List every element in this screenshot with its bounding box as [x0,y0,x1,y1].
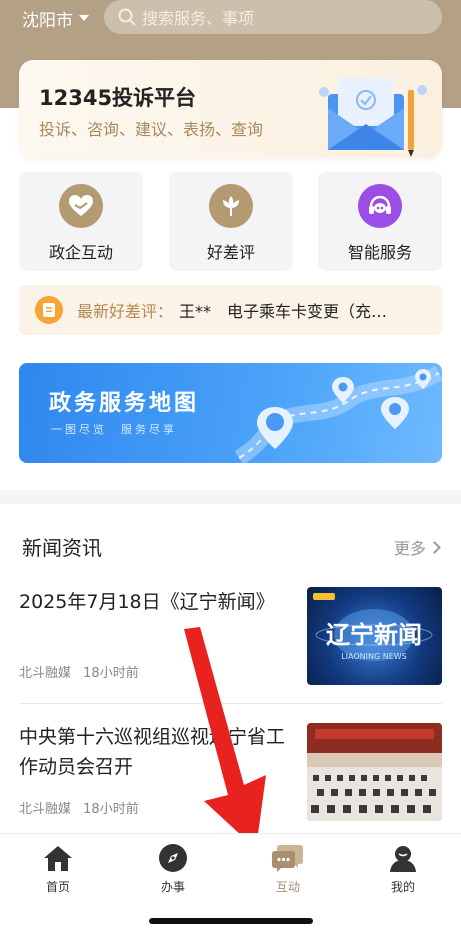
tile-label: 智能服务 [347,243,412,262]
envelope-icon [319,78,427,157]
svg-text:LIAONING NEWS: LIAONING NEWS [341,652,407,661]
news-title: 2025年7月18日《辽宁新闻》 [19,591,275,613]
news-meta: 北斗融媒 18小时前 [19,662,139,681]
news-section-title: 新闻资讯 [22,536,102,560]
caret-down-icon [79,15,89,21]
meeting-hall-image [307,723,442,821]
map-banner-title: 政务服务地图 [49,391,200,416]
flower-icon [209,184,253,228]
nav-label: 办事 [160,880,185,894]
review-text: 王** 电子乘车卡变更（充… [179,302,388,321]
news-meta: 北斗融媒 18小时前 [19,798,139,817]
gov-service-map-banner[interactable]: 政务服务地图 一图尽览 服务尽享 [19,363,442,463]
user-icon [387,842,419,874]
nav-label: 我的 [390,880,415,894]
news-more-label: 更多 [393,539,426,558]
complaint-platform-card[interactable]: 12345投诉平台 投诉、咨询、建议、表扬、查询 [19,60,442,158]
news-time: 18小时前 [83,666,139,681]
nav-label: 首页 [45,880,70,894]
tile-label: 政企互动 [48,243,113,262]
news-thumbnail [307,723,442,821]
liaoning-news-logo-image: 辽宁新闻 LIAONING NEWS [313,593,433,661]
complaint-platform-title: 12345投诉平台 [39,86,197,110]
home-indicator[interactable] [149,918,313,924]
news-source: 北斗融媒 [19,666,72,681]
chevron-right-icon [428,540,441,554]
section-divider [0,490,461,504]
tile-label: 好差评 [206,243,255,262]
map-road-illustration [234,365,442,463]
nav-item-interaction[interactable]: 互动 [248,842,328,895]
nav-item-services[interactable]: 办事 [133,842,213,895]
city-selector[interactable]: 沈阳市 [22,7,89,31]
review-note-icon [35,296,63,324]
nav-item-profile[interactable]: 我的 [363,842,443,895]
search-placeholder: 搜索服务、事项 [142,9,255,28]
chat-bubbles-icon [272,842,304,874]
news-thumbnail: 辽宁新闻 LIAONING NEWS [307,587,442,685]
tile-gov-enterprise[interactable]: 政企互动 [19,172,143,271]
svg-text:辽宁新闻: 辽宁新闻 [326,621,422,649]
complaint-platform-subtitle: 投诉、咨询、建议、表扬、查询 [39,120,264,139]
headset-robot-icon [358,184,402,228]
city-label: 沈阳市 [22,10,73,31]
nav-label: 互动 [275,880,300,894]
news-source: 北斗融媒 [19,802,72,817]
compass-icon [157,842,189,874]
news-separator [19,703,442,704]
news-time: 18小时前 [83,802,139,817]
news-title: 中央第十六巡视组巡视辽宁省工作动员会召开 [19,726,286,778]
review-label: 最新好差评： [77,302,174,321]
map-banner-subtitle: 一图尽览 服务尽享 [51,423,177,436]
nav-item-home[interactable]: 首页 [18,842,98,895]
home-icon [42,842,74,874]
tile-smart-service[interactable]: 智能服务 [318,172,442,271]
handshake-heart-icon [59,184,103,228]
tile-good-bad-review[interactable]: 好差评 [169,172,293,271]
search-input[interactable]: 搜索服务、事项 [104,0,442,34]
latest-review-ticker[interactable]: 最新好差评： 王** 电子乘车卡变更（充… [19,285,442,335]
search-icon [118,8,136,26]
news-more-link[interactable]: 更多 [393,535,441,559]
